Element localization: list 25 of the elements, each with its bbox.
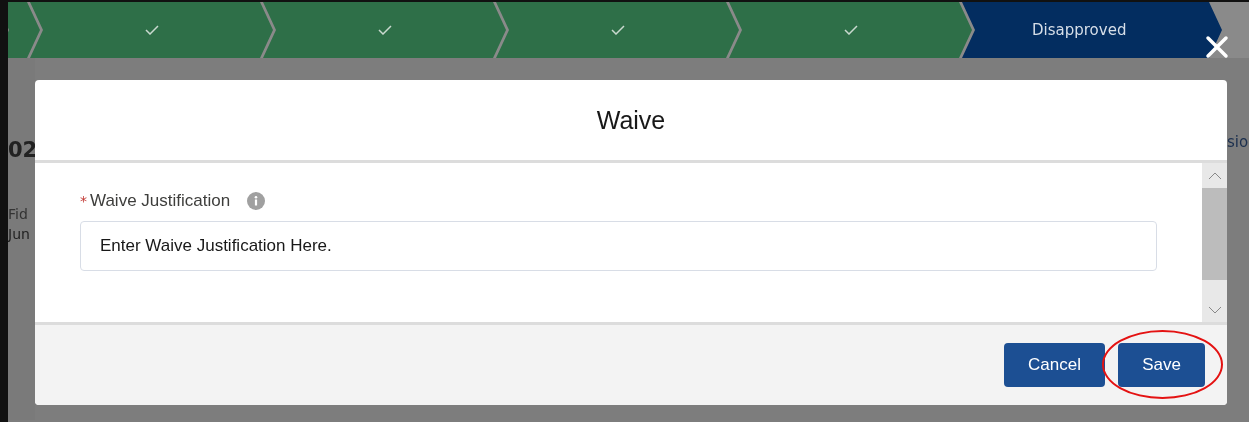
background-text: Jun [8, 226, 31, 242]
background-text: 02 [8, 138, 35, 162]
check-icon [144, 25, 159, 35]
path-stage[interactable] [8, 2, 40, 58]
dialog-button[interactable]: Save [1118, 343, 1205, 387]
check-icon [843, 25, 858, 35]
text-input-field[interactable]: Enter Waive Justification Here. [80, 221, 1157, 271]
field-label: Waive Justification [90, 191, 231, 211]
path-stage[interactable]: Disapproved [962, 2, 1222, 58]
background-text: Fid [8, 206, 29, 222]
path-stage[interactable] [30, 2, 273, 58]
path-stage[interactable] [729, 2, 972, 58]
required-mark: * [80, 193, 87, 209]
path-stage[interactable] [496, 2, 739, 58]
check-icon [610, 25, 625, 35]
check-icon [377, 25, 392, 35]
modal-title: Waive [596, 105, 666, 135]
close-icon[interactable] [1205, 35, 1229, 59]
scrollbar[interactable] [1202, 163, 1227, 322]
scroll-down-icon[interactable] [1207, 305, 1222, 314]
path-stage[interactable] [263, 2, 506, 58]
background-text: sio [1227, 133, 1249, 151]
info-icon[interactable] [247, 192, 266, 210]
scroll-up-icon[interactable] [1207, 171, 1222, 180]
dialog-button[interactable]: Cancel [1004, 343, 1105, 387]
